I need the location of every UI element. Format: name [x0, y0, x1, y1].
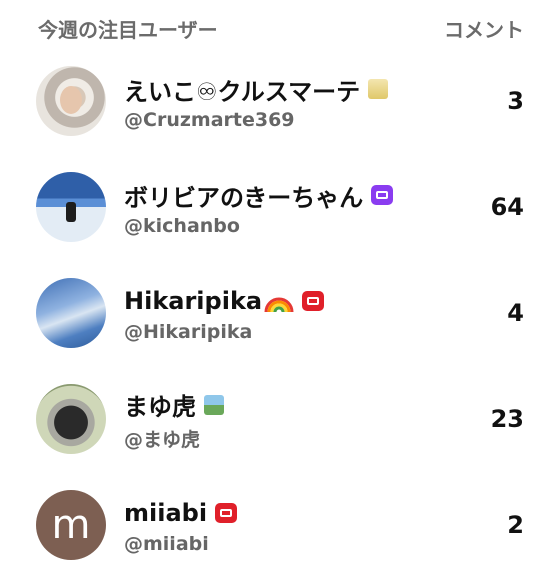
comment-column-label: コメント	[444, 17, 524, 42]
user-name-line: Hikaripika	[124, 283, 484, 319]
landscape-image-icon	[204, 394, 224, 415]
comment-count: 3	[507, 87, 524, 115]
user-info: miiabi @miiabi	[124, 495, 484, 555]
user-info: えいこ♾クルスマーテ @Cruzmarte369	[124, 71, 484, 131]
list-item[interactable]: Hikaripika @Hikaripika 4	[0, 260, 560, 366]
list-item[interactable]: m miiabi @miiabi 2	[0, 472, 560, 578]
user-handle: @kichanbo	[124, 215, 240, 237]
user-handle: @Cruzmarte369	[124, 109, 295, 131]
section-title: 今週の注目ユーザー	[38, 17, 218, 42]
user-name-line: えいこ♾クルスマーテ	[124, 71, 484, 107]
avatar[interactable]	[36, 384, 106, 454]
gold-image-icon	[368, 79, 389, 99]
user-handle: @Hikaripika	[124, 321, 253, 343]
red-video-icon	[302, 291, 325, 311]
user-name-line: まゆ虎	[124, 387, 484, 423]
purple-chat-icon	[371, 185, 394, 205]
user-handle: @miiabi	[124, 533, 209, 555]
avatar-photo	[60, 86, 82, 114]
user-name-line: miiabi	[124, 495, 484, 531]
avatar[interactable]: m	[36, 490, 106, 560]
avatar[interactable]	[36, 172, 106, 242]
avatar[interactable]	[36, 66, 106, 136]
user-name[interactable]: ボリビアのきーちゃん	[124, 178, 363, 213]
comment-count: 2	[507, 511, 524, 539]
user-name[interactable]: Hikaripika	[124, 287, 262, 315]
user-name-line: ボリビアのきーちゃん	[124, 177, 484, 213]
list-item[interactable]: ボリビアのきーちゃん @kichanbo 64	[0, 154, 560, 260]
user-handle: @まゆ虎	[124, 428, 201, 451]
list-item[interactable]: まゆ虎 @まゆ虎 23	[0, 366, 560, 472]
comment-count: 4	[507, 299, 524, 327]
avatar-photo	[66, 202, 76, 222]
user-name[interactable]: miiabi	[124, 499, 207, 527]
user-name[interactable]: まゆ虎	[124, 387, 196, 422]
avatar-letter: m	[51, 502, 91, 548]
user-info: ボリビアのきーちゃん @kichanbo	[124, 177, 484, 237]
list-item[interactable]: えいこ♾クルスマーテ @Cruzmarte369 3	[0, 48, 560, 154]
comment-count: 23	[490, 405, 524, 433]
user-name[interactable]: えいこ♾クルスマーテ	[124, 72, 360, 107]
red-video-icon	[215, 503, 238, 523]
avatar[interactable]	[36, 278, 106, 348]
comment-count: 64	[490, 193, 524, 221]
rainbow-icon	[264, 288, 294, 314]
user-info: まゆ虎 @まゆ虎	[124, 387, 484, 452]
user-info: Hikaripika @Hikaripika	[124, 283, 484, 343]
user-list: えいこ♾クルスマーテ @Cruzmarte369 3 ボリビアのきーちゃん @k…	[0, 48, 560, 578]
